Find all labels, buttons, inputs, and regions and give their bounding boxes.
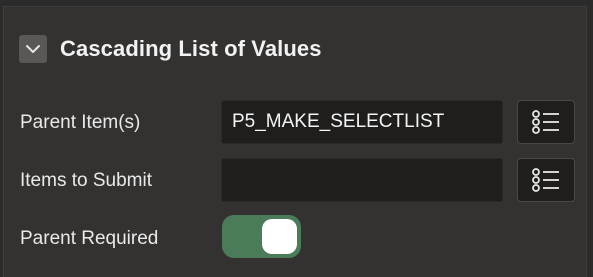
parent-required-toggle[interactable]	[222, 215, 301, 258]
parent-required-label: Parent Required	[20, 228, 159, 249]
toggle-knob	[262, 219, 297, 254]
items-to-submit-field[interactable]	[221, 158, 503, 202]
section-title: Cascading List of Values	[60, 36, 322, 61]
cascading-lov-panel: Cascading List of Values Parent Item(s) …	[3, 6, 587, 277]
parent-items-lov-button[interactable]	[517, 100, 575, 144]
list-icon	[532, 110, 559, 134]
items-to-submit-label: Items to Submit	[20, 170, 152, 191]
chevron-down-icon	[26, 45, 40, 53]
items-to-submit-lov-button[interactable]	[517, 158, 575, 202]
parent-items-label: Parent Item(s)	[20, 112, 141, 133]
list-icon	[532, 168, 559, 192]
parent-items-field[interactable]	[221, 100, 503, 144]
collapse-toggle-button[interactable]	[19, 35, 47, 63]
section-header: Cascading List of Values	[19, 31, 322, 67]
